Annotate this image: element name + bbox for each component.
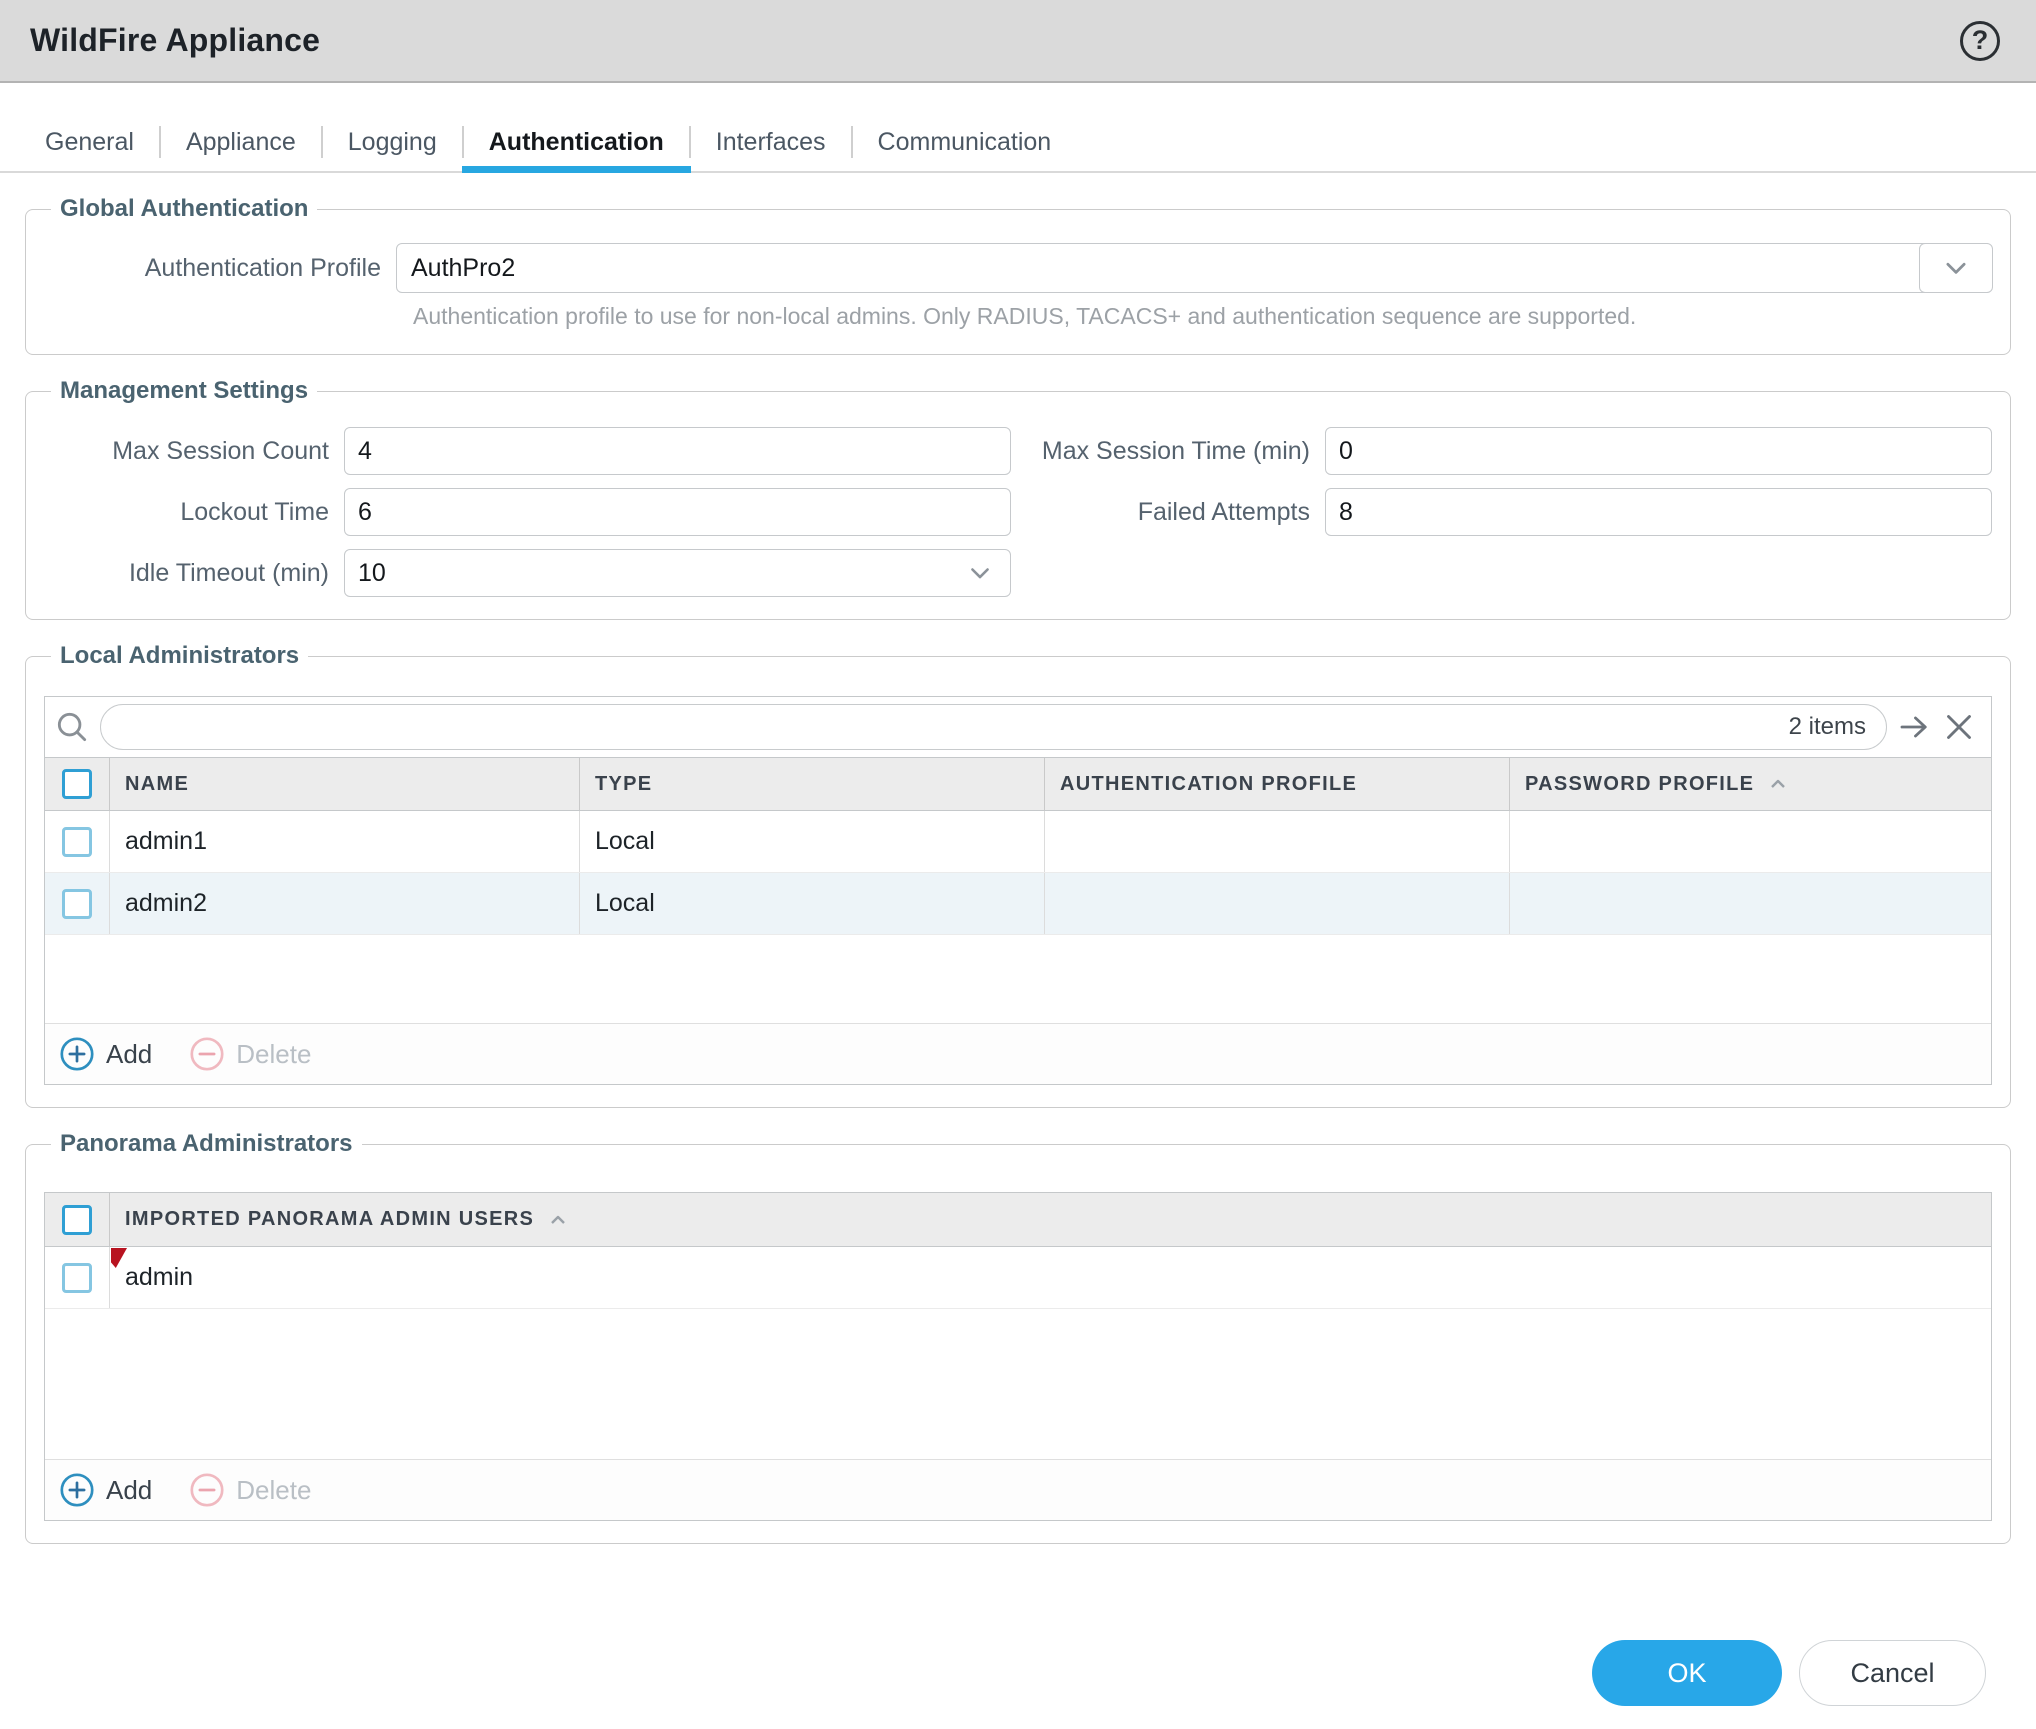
apply-filter-arrow-icon[interactable] bbox=[1896, 709, 1932, 745]
empty-table-area bbox=[45, 935, 1991, 1023]
wildfire-appliance-dialog: WildFire Appliance ? General Appliance L… bbox=[0, 0, 2036, 1706]
local-admins-toolbar: Add Delete bbox=[45, 1023, 1991, 1084]
dialog-title: WildFire Appliance bbox=[30, 22, 321, 58]
idle-timeout-value: 10 bbox=[358, 558, 386, 587]
cell-name: admin2 bbox=[109, 873, 579, 934]
cell-password-profile bbox=[1509, 873, 1991, 934]
sort-asc-icon bbox=[546, 1208, 570, 1232]
management-settings-section: Management Settings Max Session Count 4 … bbox=[25, 377, 2011, 620]
cell-type: Local bbox=[579, 811, 1044, 872]
add-button[interactable]: Add bbox=[58, 1035, 152, 1073]
failed-attempts-value: 8 bbox=[1339, 497, 1353, 526]
max-session-time-label: Max Session Time (min) bbox=[1041, 436, 1310, 465]
tab-interfaces[interactable]: Interfaces bbox=[691, 113, 851, 171]
idle-timeout-label: Idle Timeout (min) bbox=[128, 558, 329, 587]
help-icon[interactable]: ? bbox=[1960, 20, 2000, 61]
cancel-button[interactable]: Cancel bbox=[1799, 1640, 1986, 1706]
section-title-panorama-administrators: Panorama Administrators bbox=[60, 1130, 353, 1157]
chevron-down-icon[interactable] bbox=[1918, 243, 1993, 293]
lockout-time-label: Lockout Time bbox=[180, 497, 329, 526]
add-button[interactable]: Add bbox=[58, 1471, 152, 1509]
max-session-time-value: 0 bbox=[1339, 436, 1353, 465]
local-administrators-section: Local Administrators 2 items NAME TYPE A… bbox=[25, 642, 2011, 1108]
idle-timeout-select[interactable]: 10 bbox=[344, 549, 1011, 597]
max-session-count-label: Max Session Count bbox=[112, 436, 329, 465]
panorama-admins-table: IMPORTED PANORAMA ADMIN USERS admin Add … bbox=[44, 1192, 1992, 1521]
search-input[interactable]: 2 items bbox=[100, 704, 1887, 750]
table-row[interactable]: admin bbox=[45, 1247, 1991, 1309]
clear-filter-icon[interactable] bbox=[1941, 709, 1977, 745]
cell-type: Local bbox=[579, 873, 1044, 934]
cell-authentication-profile bbox=[1044, 873, 1509, 934]
cell-imported-admin-user: admin bbox=[109, 1247, 1991, 1308]
table-row[interactable]: admin2 Local bbox=[45, 873, 1991, 935]
column-header-name[interactable]: NAME bbox=[109, 758, 579, 810]
column-header-imported-panorama-admin-users[interactable]: IMPORTED PANORAMA ADMIN USERS bbox=[109, 1193, 1991, 1246]
tab-logging[interactable]: Logging bbox=[323, 113, 462, 171]
failed-attempts-label: Failed Attempts bbox=[1137, 497, 1310, 526]
empty-table-area bbox=[45, 1309, 1991, 1459]
select-all-checkbox[interactable] bbox=[62, 1204, 92, 1235]
lockout-time-value: 6 bbox=[358, 497, 372, 526]
panorama-admins-header-row: IMPORTED PANORAMA ADMIN USERS bbox=[45, 1193, 1991, 1247]
section-title-local-administrators: Local Administrators bbox=[60, 642, 300, 669]
column-header-type[interactable]: TYPE bbox=[579, 758, 1044, 810]
local-admins-table: 2 items NAME TYPE AUTHENTICATION PROFILE bbox=[44, 696, 1992, 1085]
add-icon bbox=[58, 1035, 96, 1073]
panorama-administrators-section: Panorama Administrators IMPORTED PANORAM… bbox=[25, 1130, 2011, 1544]
delete-button[interactable]: Delete bbox=[188, 1035, 311, 1073]
failed-attempts-field[interactable]: 8 bbox=[1325, 488, 1992, 536]
delete-icon bbox=[188, 1035, 226, 1073]
max-session-count-value: 4 bbox=[358, 436, 372, 465]
tab-bar: General Appliance Logging Authentication… bbox=[0, 113, 2036, 173]
local-admins-header-row: NAME TYPE AUTHENTICATION PROFILE PASSWOR… bbox=[45, 757, 1991, 811]
tab-authentication[interactable]: Authentication bbox=[461, 113, 691, 173]
select-all-checkbox[interactable] bbox=[62, 769, 92, 799]
search-icon[interactable] bbox=[53, 708, 91, 746]
authentication-profile-helper: Authentication profile to use for non-lo… bbox=[413, 303, 1637, 329]
dialog-footer: OK Cancel bbox=[25, 1544, 2011, 1706]
section-title-management-settings: Management Settings bbox=[60, 377, 309, 404]
tab-communication[interactable]: Communication bbox=[853, 113, 1077, 171]
authentication-profile-label: Authentication Profile bbox=[144, 253, 381, 282]
authentication-profile-select[interactable]: AuthPro2 bbox=[396, 243, 1993, 293]
cell-authentication-profile bbox=[1044, 811, 1509, 872]
sort-asc-icon bbox=[1766, 772, 1790, 796]
lockout-time-field[interactable]: 6 bbox=[344, 488, 1011, 536]
table-row[interactable]: admin1 Local bbox=[45, 811, 1991, 873]
max-session-count-field[interactable]: 4 bbox=[344, 427, 1011, 475]
items-count-badge: 2 items bbox=[1788, 713, 1866, 740]
global-authentication-section: Global Authentication Authentication Pro… bbox=[25, 195, 2011, 355]
tab-general[interactable]: General bbox=[45, 113, 159, 171]
row-checkbox[interactable] bbox=[62, 1262, 92, 1293]
tab-appliance[interactable]: Appliance bbox=[161, 113, 321, 171]
chevron-down-icon bbox=[966, 559, 994, 587]
row-checkbox[interactable] bbox=[62, 826, 92, 857]
delete-icon bbox=[188, 1471, 226, 1509]
add-icon bbox=[58, 1471, 96, 1509]
column-header-authentication-profile[interactable]: AUTHENTICATION PROFILE bbox=[1044, 758, 1509, 810]
cell-name: admin1 bbox=[109, 811, 579, 872]
authentication-profile-value: AuthPro2 bbox=[411, 253, 516, 282]
cell-password-profile bbox=[1509, 811, 1991, 872]
row-checkbox[interactable] bbox=[62, 888, 92, 919]
delete-button[interactable]: Delete bbox=[188, 1471, 311, 1509]
max-session-time-field[interactable]: 0 bbox=[1325, 427, 1992, 475]
column-header-password-profile[interactable]: PASSWORD PROFILE bbox=[1509, 758, 1991, 810]
section-title-global-authentication: Global Authentication bbox=[60, 195, 309, 222]
panorama-admins-toolbar: Add Delete bbox=[45, 1459, 1991, 1520]
titlebar: WildFire Appliance ? bbox=[0, 0, 2036, 83]
ok-button[interactable]: OK bbox=[1592, 1640, 1782, 1706]
